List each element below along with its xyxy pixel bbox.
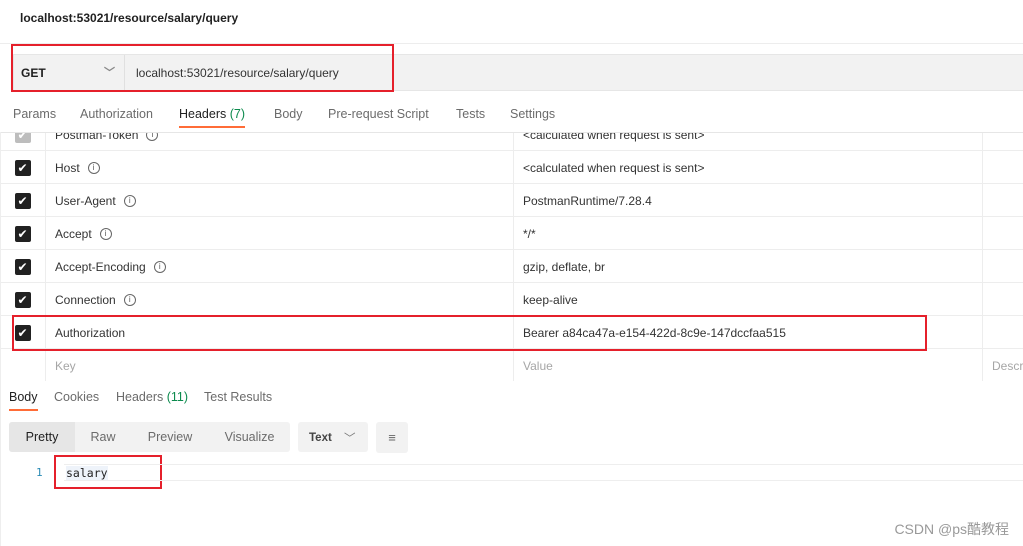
request-title: localhost:53021/resource/salary/query [20,11,239,25]
header-key: Connection [55,292,116,307]
tab-label: Headers [116,390,164,404]
description-cell[interactable] [983,316,1023,349]
header-value: */* [523,226,536,241]
key-cell[interactable]: Host i [46,151,514,184]
checkbox[interactable]: ✔ [14,258,31,275]
watermark: CSDN @ps酷教程 [894,521,1009,537]
tab-count: (7) [229,107,246,121]
checkbox[interactable]: ✔ [14,291,31,308]
code-line [64,464,1023,481]
key-cell[interactable]: Postman-Token i [46,132,514,151]
value-cell[interactable]: gzip, deflate, br [514,250,983,283]
wrap-lines-icon[interactable]: ≡ [376,422,408,453]
header-row: ✔ Host i <calculated when request is sent… [0,151,1023,184]
key-cell[interactable]: Connection i [46,283,514,316]
description-cell[interactable] [983,217,1023,250]
description-cell[interactable] [983,250,1023,283]
header-value: PostmanRuntime/7.28.4 [523,193,652,208]
checkbox[interactable]: ✔ [14,225,31,242]
tab-settings[interactable]: Settings [510,107,555,121]
description-cell[interactable] [983,133,1023,151]
line-number: 1 [36,466,43,479]
tab-response-body[interactable]: Body [9,390,38,411]
response-body-text: salary [66,466,108,480]
header-row: ✔ User-Agent i PostmanRuntime/7.28.4 [0,184,1023,217]
checkbox[interactable]: ✔ [14,192,31,209]
checkbox-cell: ✔ [0,133,46,151]
checkbox-cell: ✔ [0,217,46,250]
description-cell[interactable] [983,184,1023,217]
tab-pre-request-script[interactable]: Pre-request Script [328,107,429,121]
header-row: ✔ Connection i keep-alive [0,283,1023,316]
checkbox[interactable]: ✔ [14,133,31,143]
key-cell[interactable]: User-Agent i [46,184,514,217]
header-row: ✔ Accept-Encoding i gzip, deflate, br [0,250,1023,283]
header-value: keep-alive [523,292,578,307]
info-icon[interactable]: i [87,161,100,174]
info-icon[interactable]: i [153,260,166,273]
view-raw[interactable]: Raw [75,422,131,452]
chevron-down-icon: ﹀ [344,433,356,445]
view-pretty[interactable]: Pretty [9,422,75,452]
checkbox-cell: ✔ [0,283,46,316]
value-cell[interactable]: PostmanRuntime/7.28.4 [514,184,983,217]
description-input[interactable]: Descr [983,349,1023,381]
header-key: Accept-Encoding [55,259,146,274]
tab-params[interactable]: Params [13,107,56,121]
key-cell[interactable]: Accept i [46,217,514,250]
checkbox-cell: ✔ [0,250,46,283]
header-value: gzip, deflate, br [523,259,606,274]
value-cell[interactable]: <calculated when request is sent> [514,132,983,151]
key-cell[interactable]: Accept-Encoding i [46,250,514,283]
checkbox-cell [0,349,46,381]
view-preview[interactable]: Preview [131,422,209,452]
tab-cookies[interactable]: Cookies [54,390,99,404]
info-icon[interactable]: i [123,194,136,207]
header-value: <calculated when request is sent> [523,132,705,142]
key-input[interactable]: Key [46,349,514,381]
description-cell[interactable] [983,283,1023,316]
info-icon[interactable]: i [146,133,159,141]
view-visualize[interactable]: Visualize [209,422,290,452]
tab-test-results[interactable]: Test Results [204,390,272,404]
tab-count: (11) [166,390,189,404]
new-header-row: Key Value Descr [0,349,1023,381]
info-icon[interactable]: i [99,227,112,240]
tab-headers[interactable]: Headers (7) [179,107,246,128]
header-row: ✔ Accept i */* [0,217,1023,250]
value-cell[interactable]: */* [514,217,983,250]
tab-authorization[interactable]: Authorization [80,107,153,121]
checkbox-cell: ✔ [0,151,46,184]
description-cell[interactable] [983,151,1023,184]
highlight-box [12,315,927,351]
format-select[interactable]: Text ﹀ [298,422,368,452]
tab-tests[interactable]: Tests [456,107,485,121]
value-input[interactable]: Value [514,349,983,381]
checkbox[interactable]: ✔ [14,159,31,176]
highlight-box [11,44,394,92]
header-key: Postman-Token [55,132,139,142]
tab-response-headers[interactable]: Headers (11) [116,390,188,404]
header-key: Accept [55,226,92,241]
tab-body[interactable]: Body [274,107,303,121]
header-value: <calculated when request is sent> [523,160,705,175]
value-cell[interactable]: <calculated when request is sent> [514,151,983,184]
tab-label: Headers [179,107,227,121]
header-key: User-Agent [55,193,116,208]
info-icon[interactable]: i [123,293,136,306]
header-key: Host [55,160,80,175]
header-row: ✔ Postman-Token i <calculated when reques… [0,132,1023,151]
divider [0,132,1,546]
format-label: Text [309,432,332,444]
view-mode-group: Pretty Raw Preview Visualize [9,422,290,452]
checkbox-cell: ✔ [0,184,46,217]
value-cell[interactable]: keep-alive [514,283,983,316]
